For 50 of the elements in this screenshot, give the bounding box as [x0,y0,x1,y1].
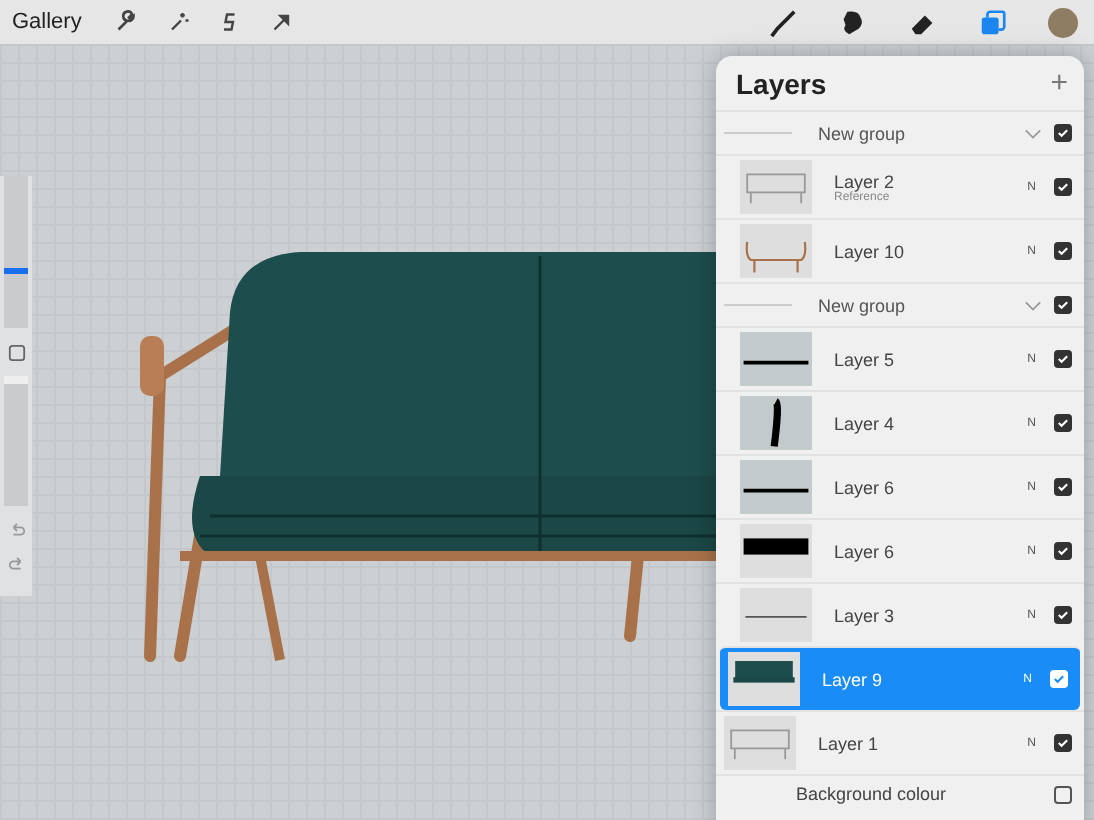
layer-name: Layer 10 [834,241,907,261]
layer-name: Background colour [794,784,949,804]
opacity-slider[interactable] [4,378,28,506]
group-name: New group [818,295,908,315]
visibility-checkbox[interactable] [1054,350,1072,368]
brush-size-slider[interactable] [4,176,28,328]
layer-thumbnail [740,332,812,386]
layer-thumbnail [740,460,812,514]
magic-wand-icon[interactable] [165,10,190,34]
gallery-button[interactable]: Gallery [8,10,86,34]
slider-thumb[interactable] [4,268,28,275]
visibility-checkbox[interactable] [1054,414,1072,432]
layer-thumbnail [740,224,812,278]
slider-thumb[interactable] [4,376,28,385]
arrow-cursor-icon[interactable] [269,10,294,34]
visibility-checkbox[interactable] [1054,178,1072,196]
layer-name: Layer 3 [834,605,897,625]
layer-thumbnail [740,160,812,214]
layer-name: Layer 2 [834,171,897,191]
visibility-checkbox[interactable] [1054,296,1072,314]
layer-thumbnail [728,652,800,706]
background-row[interactable]: Background colour [716,774,1084,812]
visibility-checkbox[interactable] [1054,478,1072,496]
group-name: New group [818,123,908,143]
layer-name: Layer 4 [834,413,897,433]
add-layer-button[interactable]: + [1050,66,1068,100]
brush-icon[interactable] [768,7,798,37]
layer-name: Layer 5 [834,349,897,369]
layer-group-row[interactable]: New group [716,282,1084,326]
layer-name: Layer 9 [822,669,885,689]
wrench-icon[interactable] [113,10,138,34]
color-swatch[interactable] [1048,7,1078,37]
visibility-checkbox[interactable] [1054,734,1072,752]
visibility-checkbox[interactable] [1054,242,1072,260]
layer-name: Layer 6 [834,541,897,561]
layer-thumbnail [740,588,812,642]
visibility-checkbox[interactable] [1054,124,1072,142]
layer-group-row[interactable]: New group [716,110,1084,154]
layer-thumbnail [724,716,796,770]
smudge-icon[interactable] [838,7,868,37]
layer-thumbnail [740,524,812,578]
layers-icon[interactable] [978,7,1008,37]
layer-name: Layer 1 [818,733,881,753]
layer-name: Layer 6 [834,477,897,497]
visibility-checkbox[interactable] [1054,606,1072,624]
visibility-checkbox[interactable] [1054,785,1072,803]
panel-title: Layers [736,67,827,99]
modify-icon[interactable] [7,344,25,362]
layer-thumbnail [740,396,812,450]
visibility-checkbox[interactable] [1054,542,1072,560]
